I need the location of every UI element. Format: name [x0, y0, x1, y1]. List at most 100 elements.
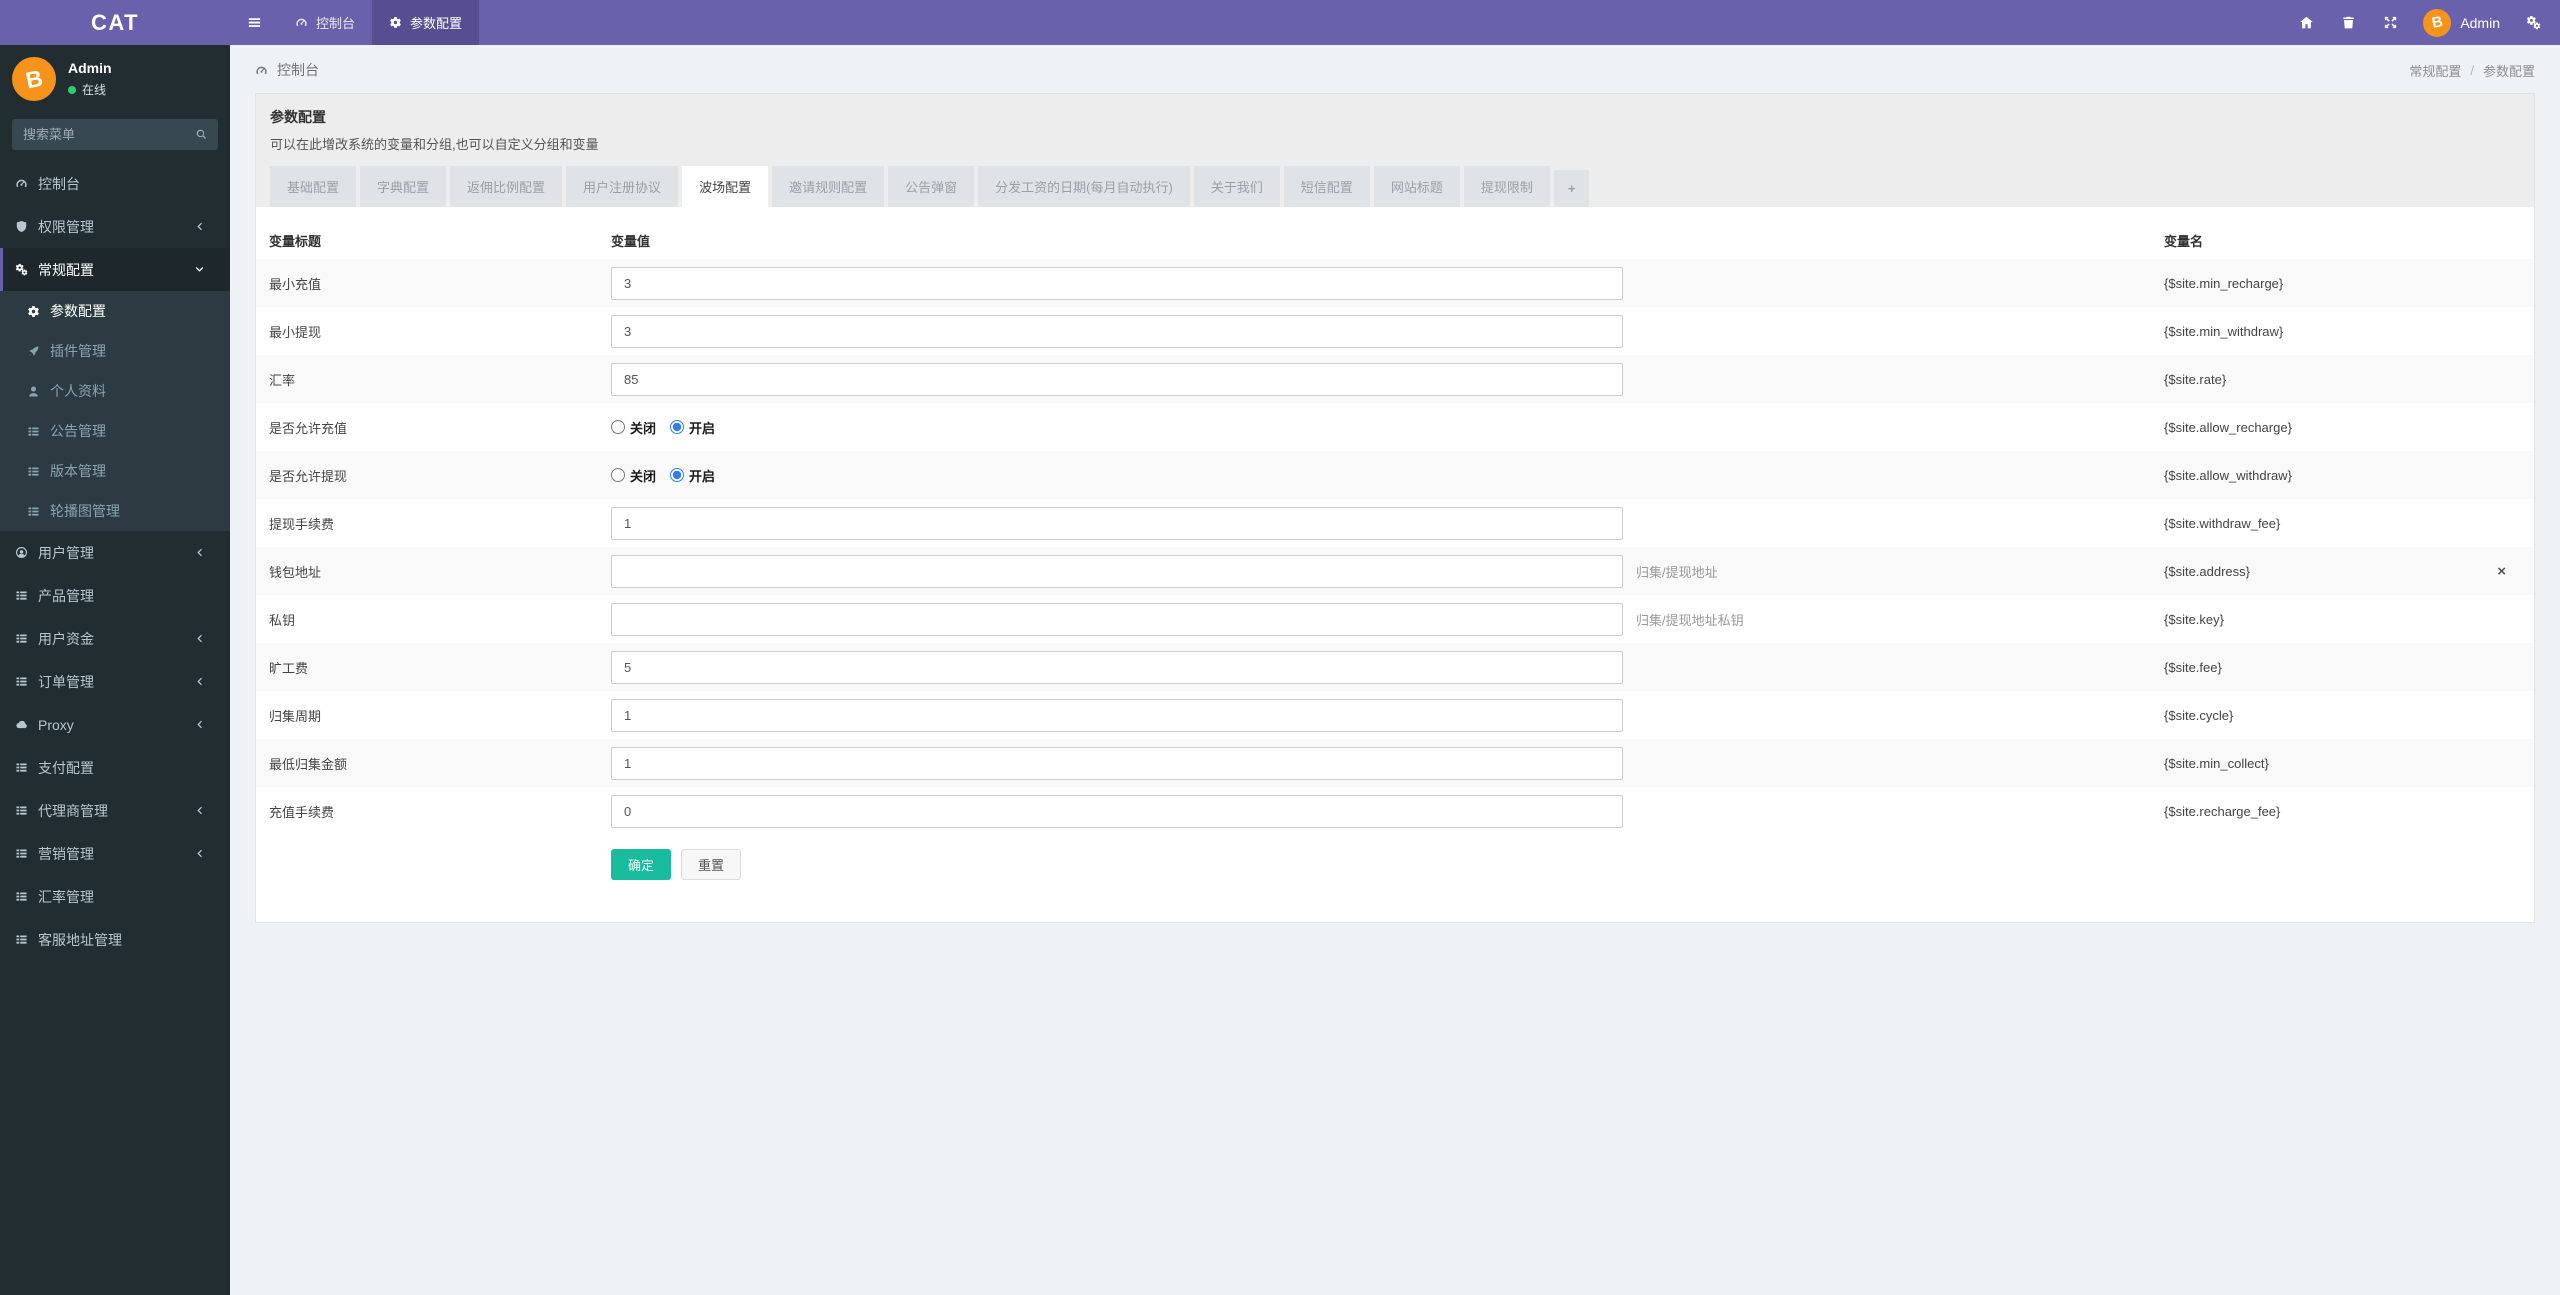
min-withdraw-input[interactable] — [611, 314, 1623, 348]
tab-basic-config[interactable]: 基础配置 — [270, 166, 357, 207]
navbar-tab-params[interactable]: 参数配置 — [372, 0, 480, 45]
table-row: 钱包地址 归集/提现地址 {$site.address} × — [256, 547, 2534, 595]
online-status-label: 在线 — [82, 83, 107, 97]
sidebar-item-label: Proxy — [38, 716, 74, 733]
search-button[interactable] — [184, 119, 218, 150]
rocket-icon — [27, 345, 40, 358]
reset-button[interactable]: 重置 — [681, 849, 742, 880]
settings-button[interactable] — [2512, 0, 2554, 45]
withdraw-fee-input[interactable] — [611, 506, 1623, 540]
sidebar-item-proxy[interactable]: Proxy — [0, 703, 230, 746]
delete-variable-icon[interactable]: × — [2497, 564, 2506, 579]
sidebar-item-label: 公告管理 — [50, 423, 106, 439]
sidebar-item-announcements[interactable]: 公告管理 — [0, 411, 230, 451]
sidebar-item-params-config[interactable]: 参数配置 — [0, 291, 230, 331]
sidebar-item-versions[interactable]: 版本管理 — [0, 451, 230, 491]
page-subtitle: 可以在此增改系统的变量和分组,也可以自定义分组和变量 — [270, 137, 599, 152]
sidebar-item-plugins[interactable]: 插件管理 — [0, 331, 230, 371]
sidebar-item-profile[interactable]: 个人资料 — [0, 371, 230, 411]
tab-withdraw-limit[interactable]: 提现限制 — [1463, 166, 1550, 207]
sidebar-item-exchange-rates[interactable]: 汇率管理 — [0, 875, 230, 918]
variable-name: {$site.min_withdraw} — [2164, 323, 2284, 339]
sidebar-item-label: 轮播图管理 — [50, 503, 120, 519]
sidebar-item-agents[interactable]: 代理商管理 — [0, 789, 230, 832]
radio-off[interactable] — [611, 420, 625, 434]
wallet-address-input[interactable] — [611, 554, 1623, 588]
tab-about-us[interactable]: 关于我们 — [1193, 166, 1280, 207]
clear-cache-button[interactable] — [2327, 0, 2369, 45]
sidebar-item-marketing[interactable]: 营销管理 — [0, 832, 230, 875]
add-tab-button[interactable]: + — [1553, 170, 1590, 207]
user-icon — [27, 385, 40, 398]
search-icon — [195, 128, 208, 141]
row-label: 是否允许充值 — [269, 420, 348, 436]
tab-salary-date[interactable]: 分发工资的日期(每月自动执行) — [978, 166, 1190, 207]
allow-recharge-off-option[interactable]: 关闭 — [611, 418, 656, 437]
sidebar-item-general-config[interactable]: 常规配置 — [0, 248, 230, 291]
breadcrumb-parent-link[interactable]: 常规配置 — [2409, 61, 2461, 80]
sidebar-item-user-funds[interactable]: 用户资金 — [0, 617, 230, 660]
table-row: 旷工费 {$site.fee} — [256, 643, 2534, 691]
sidebar: B Admin 在线 控制台 权限管理 常规配置 — [0, 45, 230, 1295]
navbar-tab-label: 参数配置 — [410, 16, 463, 31]
row-label: 最小提现 — [269, 324, 322, 340]
bitcoin-icon: B — [2430, 13, 2445, 32]
fullscreen-button[interactable] — [2369, 0, 2411, 45]
page-title: 参数配置 — [270, 109, 326, 125]
allow-recharge-on-option[interactable]: 开启 — [670, 418, 715, 437]
radio-on[interactable] — [670, 468, 685, 482]
recharge-fee-input[interactable] — [611, 794, 1623, 828]
radio-label: 开启 — [689, 420, 716, 436]
navbar-tab-dashboard[interactable]: 控制台 — [278, 0, 372, 45]
table-row: 最低归集金额 {$site.min_collect} — [256, 739, 2534, 787]
collect-cycle-input[interactable] — [611, 698, 1623, 732]
sidebar-toggle-button[interactable] — [230, 0, 278, 45]
miner-fee-input[interactable] — [611, 650, 1623, 684]
list-icon — [15, 632, 28, 645]
allow-withdraw-on-option[interactable]: 开启 — [670, 466, 715, 485]
sidebar-item-payment-config[interactable]: 支付配置 — [0, 746, 230, 789]
username-label: Admin — [2460, 14, 2500, 31]
sidebar-item-users[interactable]: 用户管理 — [0, 531, 230, 574]
home-button[interactable] — [2285, 0, 2327, 45]
sidebar-item-permissions[interactable]: 权限管理 — [0, 205, 230, 248]
allow-withdraw-off-option[interactable]: 关闭 — [611, 466, 656, 485]
tab-invite-rules[interactable]: 邀请规则配置 — [772, 166, 885, 207]
row-label: 提现手续费 — [269, 516, 335, 532]
breadcrumb-dashboard-link[interactable]: 控制台 — [277, 60, 319, 80]
user-menu[interactable]: B Admin — [2411, 8, 2512, 37]
gauge-icon — [295, 16, 308, 29]
sidebar-item-orders[interactable]: 订单管理 — [0, 660, 230, 703]
tab-dictionary-config[interactable]: 字典配置 — [360, 166, 447, 207]
table-row: 提现手续费 {$site.withdraw_fee} — [256, 499, 2534, 547]
rate-input[interactable] — [611, 362, 1623, 396]
sidebar-item-service-address[interactable]: 客服地址管理 — [0, 918, 230, 961]
min-recharge-input[interactable] — [611, 266, 1623, 300]
tab-site-title[interactable]: 网站标题 — [1373, 166, 1460, 207]
tab-announcement-popup[interactable]: 公告弹窗 — [888, 166, 975, 207]
cloud-icon — [15, 718, 28, 731]
gauge-icon — [255, 64, 268, 77]
navbar-tabs: 控制台 参数配置 — [278, 0, 480, 45]
radio-off[interactable] — [611, 468, 625, 482]
tab-tron-config[interactable]: 波场配置 — [682, 166, 769, 207]
chevron-left-icon — [193, 546, 206, 559]
hamburger-icon — [247, 15, 262, 30]
tab-rebate-config[interactable]: 返佣比例配置 — [450, 166, 563, 207]
submit-button[interactable]: 确定 — [611, 849, 672, 880]
list-icon — [15, 589, 28, 602]
sidebar-item-label: 支付配置 — [38, 759, 94, 776]
sidebar-item-label: 订单管理 — [38, 673, 94, 690]
shield-icon — [15, 220, 28, 233]
sidebar-item-carousel[interactable]: 轮播图管理 — [0, 491, 230, 531]
radio-on[interactable] — [670, 420, 685, 434]
tab-register-agreement[interactable]: 用户注册协议 — [566, 166, 679, 207]
min-collect-input[interactable] — [611, 746, 1623, 780]
sidebar-item-products[interactable]: 产品管理 — [0, 574, 230, 617]
sidebar-item-dashboard[interactable]: 控制台 — [0, 162, 230, 205]
private-key-input[interactable] — [611, 602, 1623, 636]
chevron-left-icon — [193, 804, 206, 817]
list-icon — [27, 425, 40, 438]
menu-search-input[interactable] — [12, 119, 184, 150]
tab-sms-config[interactable]: 短信配置 — [1283, 166, 1370, 207]
